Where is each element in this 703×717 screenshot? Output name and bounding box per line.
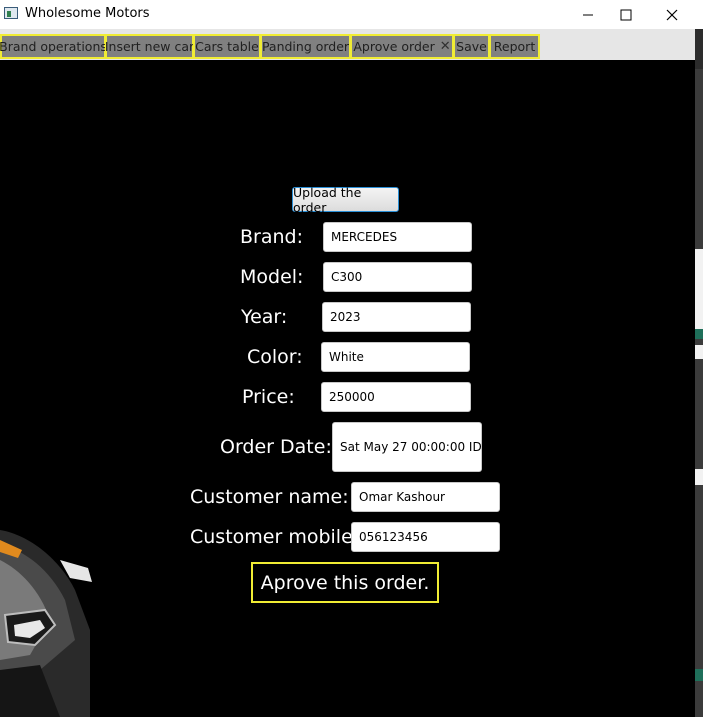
tab-label: Report	[493, 39, 536, 54]
brand-field[interactable]: MERCEDES	[323, 222, 472, 252]
edge-fragment	[695, 469, 703, 485]
tab-label: Cars table	[195, 39, 259, 54]
tab-label: Aprove order	[353, 39, 435, 54]
tab-close-icon[interactable]: ✕	[440, 39, 451, 54]
tab-save[interactable]: Save	[453, 34, 490, 59]
color-label: Color:	[247, 346, 303, 368]
sports-car-image	[0, 530, 92, 717]
window-title: Wholesome Motors	[25, 6, 150, 21]
tab-label: Brand operations	[0, 39, 107, 54]
color-field[interactable]: White	[321, 342, 470, 372]
tab-aprove-order[interactable]: Aprove order ✕	[350, 34, 454, 59]
maximize-icon	[620, 9, 632, 20]
close-icon	[666, 9, 678, 20]
order-date-label: Order Date:	[220, 436, 332, 458]
minimize-icon	[583, 14, 593, 15]
maximize-button[interactable]	[603, 0, 649, 29]
order-date-field[interactable]: Sat May 27 00:00:00 IDT 2023	[332, 422, 482, 472]
tab-label: Panding order	[261, 39, 350, 54]
customer-mobile-field[interactable]: 056123456	[351, 522, 500, 552]
brand-label: Brand:	[240, 226, 303, 248]
year-label: Year:	[241, 306, 288, 328]
background-window-edge	[695, 29, 703, 717]
customer-mobile-label: Customer mobile:	[190, 526, 360, 548]
tab-insert-new-car[interactable]: Insert new car	[105, 34, 194, 59]
model-field[interactable]: C300	[323, 262, 472, 292]
tab-label: Save	[456, 39, 487, 54]
tab-label: Insert new car	[104, 39, 195, 54]
edge-fragment	[695, 345, 703, 359]
edge-fragment	[695, 329, 703, 339]
price-field[interactable]: 250000	[321, 382, 471, 412]
approve-order-button[interactable]: Aprove this order.	[251, 562, 439, 603]
edge-fragment	[695, 249, 703, 329]
app-icon	[4, 7, 18, 19]
tab-cars-table[interactable]: Cars table	[193, 34, 261, 59]
edge-fragment	[695, 669, 703, 681]
tab-report[interactable]: Report	[489, 34, 540, 59]
tab-panding-order[interactable]: Panding order	[260, 34, 351, 59]
tab-brand-operations[interactable]: Brand operations	[0, 34, 107, 59]
customer-name-label: Customer name:	[190, 486, 349, 508]
model-label: Model:	[240, 266, 304, 288]
upload-order-button[interactable]: Upload the order	[292, 185, 399, 215]
title-bar: Wholesome Motors	[0, 0, 703, 29]
close-button[interactable]	[649, 0, 695, 29]
year-field[interactable]: 2023	[322, 302, 471, 332]
tab-strip: Brand operations Insert new car Cars tab…	[0, 29, 695, 60]
price-label: Price:	[242, 386, 295, 408]
edge-fragment	[695, 29, 703, 69]
customer-name-field[interactable]: Omar Kashour	[351, 482, 500, 512]
